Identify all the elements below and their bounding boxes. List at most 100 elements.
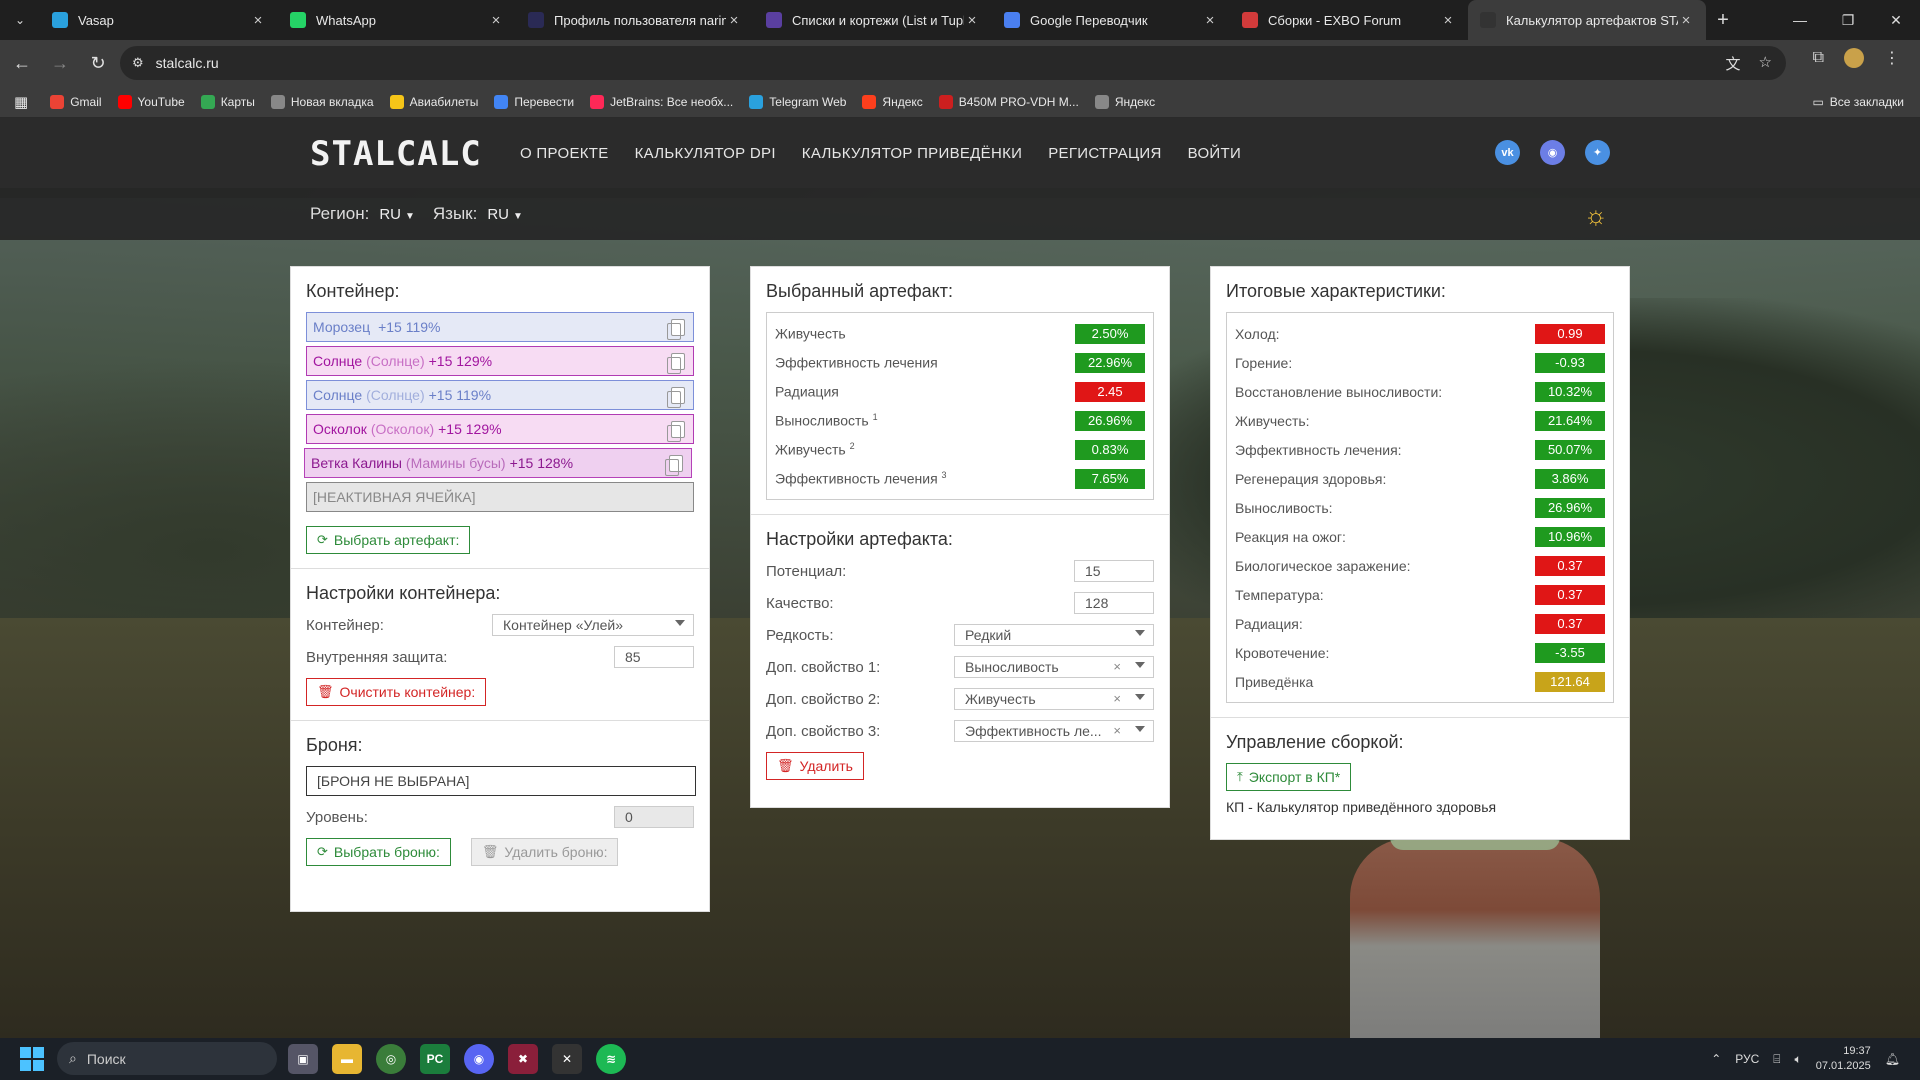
taskbar-search[interactable]: ⌕ Поиск (57, 1042, 277, 1075)
clear-container-button[interactable]: 🗑 Очистить контейнер: (306, 678, 487, 706)
bookmark-star-icon[interactable]: ☆ (1759, 53, 1772, 74)
notification-bell-icon[interactable]: 🔔︎ (1885, 1052, 1900, 1066)
twitter-icon[interactable]: ✦ (1585, 140, 1610, 165)
stalcraft-icon[interactable]: ✕ (552, 1044, 582, 1074)
maximize-icon[interactable]: ❐ (1824, 0, 1872, 40)
minimize-icon[interactable]: — (1776, 0, 1824, 40)
menu-dots-icon[interactable]: ⋮ (1884, 48, 1900, 68)
tab-search-icon[interactable]: ⌄ (0, 0, 40, 40)
bookmark-item[interactable]: YouTube (117, 94, 185, 109)
armor-field[interactable]: [БРОНЯ НЕ ВЫБРАНА] (306, 766, 696, 796)
copy-icon[interactable] (667, 421, 685, 442)
artifact-slot[interactable]: Ветка Калины (Мамины бусы) +15 128% (304, 448, 692, 478)
tab-0[interactable]: Vasap × (40, 0, 278, 40)
copy-icon[interactable] (665, 455, 683, 476)
nav-link[interactable]: КАЛЬКУЛЯТОР DPI (635, 145, 776, 162)
chrome-icon[interactable]: ◎ (376, 1044, 406, 1074)
jetbrains-icon[interactable]: ✖ (508, 1044, 538, 1074)
theme-toggle-sun-icon[interactable]: ☼ (1584, 200, 1608, 231)
spotify-icon[interactable]: ≋ (596, 1044, 626, 1074)
close-window-icon[interactable]: ✕ (1872, 0, 1920, 40)
tab-6[interactable]: Калькулятор артефактов STAL × (1468, 0, 1706, 40)
rarity-select[interactable]: Редкий (954, 624, 1154, 646)
volume-icon[interactable]: 🔈︎ (1795, 1052, 1802, 1067)
network-icon[interactable]: ⌸ (1773, 1052, 1780, 1067)
discord-icon[interactable]: ◉ (464, 1044, 494, 1074)
copy-icon[interactable] (667, 319, 685, 340)
discord-icon[interactable]: ◉ (1540, 140, 1565, 165)
quality-input[interactable]: 128 (1074, 592, 1154, 614)
forward-icon[interactable]: → (44, 47, 76, 79)
tab-close-icon[interactable]: × (1202, 12, 1218, 29)
tab-4[interactable]: Google Переводчик × (992, 0, 1230, 40)
tab-close-icon[interactable]: × (250, 12, 266, 29)
artifact-slot[interactable]: Солнце (Солнце) +15 129% (306, 346, 694, 376)
tab-3[interactable]: Списки и кортежи (List и Tuple × (754, 0, 992, 40)
copy-icon[interactable] (667, 353, 685, 374)
omnibox[interactable]: ⚙ stalcalc.ru 文 ☆ (120, 46, 1786, 80)
bookmark-item[interactable]: Новая вкладка (270, 94, 374, 109)
clear-icon[interactable]: × (1113, 691, 1121, 706)
all-bookmarks[interactable]: ▭ Все закладки (1812, 95, 1904, 109)
language-select[interactable]: RU ▼ (487, 206, 523, 223)
site-info-icon[interactable]: ⚙ (132, 55, 144, 71)
bookmark-item[interactable]: JetBrains: Все необх... (590, 94, 733, 109)
artifact-slot[interactable]: Морозец +15 119% (306, 312, 694, 342)
protection-input[interactable]: 85 (614, 646, 694, 668)
artifact-slot[interactable]: Солнце (Солнце) +15 119% (306, 380, 694, 410)
bookmark-item[interactable]: Gmail (50, 94, 102, 109)
potential-input[interactable]: 15 (1074, 560, 1154, 582)
bookmark-item[interactable]: Перевести (494, 94, 574, 109)
tab-close-icon[interactable]: × (1440, 12, 1456, 29)
profile-avatar[interactable] (1844, 48, 1864, 68)
nav-link[interactable]: О ПРОЕКТЕ (520, 145, 609, 162)
extra3-select[interactable]: Эффективность ле... × (954, 720, 1154, 742)
choose-artifact-button[interactable]: ⟳ Выбрать артефакт: (306, 526, 471, 554)
back-icon[interactable]: ← (6, 47, 38, 79)
nav-link[interactable]: РЕГИСТРАЦИЯ (1048, 145, 1161, 162)
bookmark-item[interactable]: Telegram Web (749, 94, 846, 109)
tray-chevron-icon[interactable]: ⌃ (1711, 1052, 1721, 1066)
bookmark-item[interactable]: Авиабилеты (389, 94, 478, 109)
copy-icon[interactable] (667, 387, 685, 408)
extensions-icon[interactable]: ⧉ (1813, 49, 1824, 67)
tab-5[interactable]: Сборки - EXBO Forum × (1230, 0, 1468, 40)
task-view-icon[interactable]: ▣ (288, 1044, 318, 1074)
pycharm-icon[interactable]: PC (420, 1044, 450, 1074)
apps-grid-icon[interactable]: ▦ (14, 93, 28, 111)
translate-icon[interactable]: 文 (1726, 53, 1741, 74)
armor-level-input[interactable]: 0 (614, 806, 694, 828)
windows-start-icon[interactable] (20, 1047, 44, 1071)
region-select[interactable]: RU ▼ (379, 206, 415, 223)
vk-icon[interactable]: vk (1495, 140, 1520, 165)
tab-close-icon[interactable]: × (964, 12, 980, 29)
site-logo[interactable]: STALCALC (310, 134, 482, 174)
nav-link[interactable]: ВОЙТИ (1188, 145, 1241, 162)
extra1-select[interactable]: Выносливость × (954, 656, 1154, 678)
tab-close-icon[interactable]: × (726, 12, 742, 29)
input-language[interactable]: РУС (1735, 1052, 1759, 1066)
url-text[interactable]: stalcalc.ru (156, 55, 219, 71)
tab-close-icon[interactable]: × (1678, 12, 1694, 29)
container-type-select[interactable]: Контейнер «Улей» (492, 614, 694, 636)
reload-icon[interactable]: ↻ (82, 47, 114, 79)
choose-armor-button[interactable]: ⟳ Выбрать броню: (306, 838, 451, 866)
clear-icon[interactable]: × (1113, 723, 1121, 738)
tab-close-icon[interactable]: × (488, 12, 504, 29)
explorer-icon[interactable]: ▬ (332, 1044, 362, 1074)
bookmark-item[interactable]: Карты (200, 94, 255, 109)
extra2-select[interactable]: Живучесть × (954, 688, 1154, 710)
delete-artifact-button[interactable]: 🗑 Удалить (766, 752, 864, 780)
clock[interactable]: 19:37 07.01.2025 (1816, 1044, 1871, 1074)
clear-icon[interactable]: × (1113, 659, 1121, 674)
artifact-slot[interactable]: Осколок (Осколок) +15 129% (306, 414, 694, 444)
tab-2[interactable]: Профиль пользователя narim × (516, 0, 754, 40)
bookmark-item[interactable]: Яндекс (1094, 94, 1155, 109)
tab-1[interactable]: WhatsApp × (278, 0, 516, 40)
delete-armor-button[interactable]: 🗑 Удалить броню: (470, 838, 619, 866)
nav-link[interactable]: КАЛЬКУЛЯТОР ПРИВЕДЁНКИ (802, 145, 1022, 162)
export-button[interactable]: ⤒ Экспорт в КП* (1226, 763, 1352, 791)
new-tab-button[interactable]: + (1706, 9, 1740, 32)
bookmark-item[interactable]: Яндекс (862, 94, 923, 109)
bookmark-item[interactable]: B450M PRO-VDH M... (938, 94, 1079, 109)
